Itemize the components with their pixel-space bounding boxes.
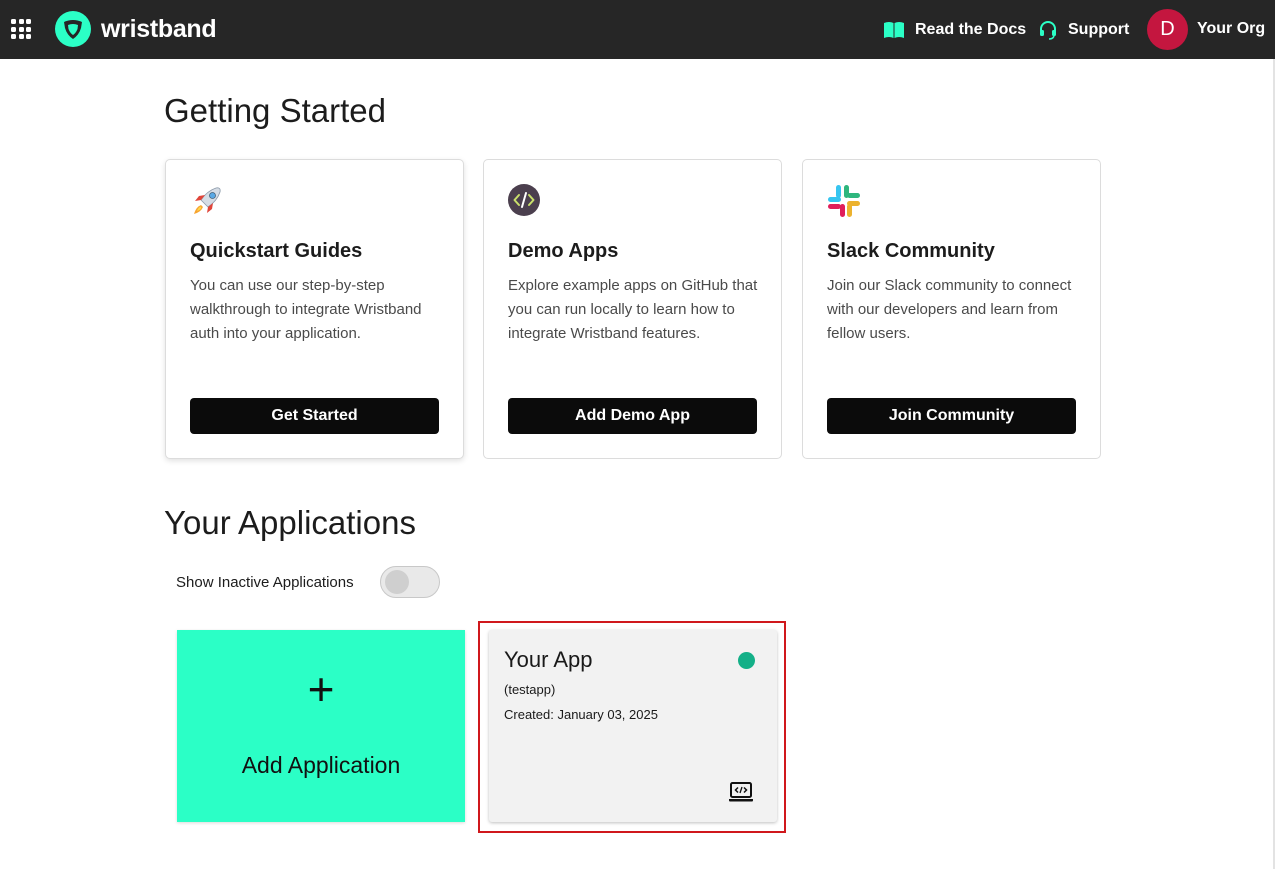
wristband-logo[interactable]: wristband [55,11,217,47]
show-inactive-label: Show Inactive Applications [176,574,354,591]
get-started-button[interactable]: Get Started [190,398,439,434]
app-launcher-grid-icon[interactable] [11,19,31,39]
application-slug: (testapp) [504,682,556,697]
toggle-knob [385,570,409,594]
add-application-tile[interactable]: + Add Application [177,630,465,822]
book-icon [884,22,904,38]
wristband-logo-icon [55,11,91,47]
card-title: Slack Community [827,240,995,262]
headset-icon [1040,21,1056,40]
demo-apps-card: Demo Apps Explore example apps on GitHub… [483,159,782,459]
quickstart-guides-card: Quickstart Guides You can use our step-b… [165,159,464,459]
show-inactive-toggle[interactable] [380,566,440,598]
top-navigation-bar: wristband Read the Docs Support D Your O… [0,0,1275,59]
getting-started-heading: Getting Started [164,92,386,129]
avatar-initial: D [1160,18,1175,40]
application-card[interactable]: Your App (testapp) Created: January 03, … [489,630,777,822]
support-link[interactable]: Support [1038,17,1129,43]
your-applications-heading: Your Applications [164,504,416,541]
plus-icon: + [307,663,335,715]
join-community-button[interactable]: Join Community [827,398,1076,434]
card-title: Quickstart Guides [190,240,363,262]
brand-name: wristband [101,14,217,43]
card-description: Explore example apps on GitHub that you … [508,277,758,342]
read-the-docs-link[interactable]: Read the Docs [883,17,1026,43]
user-avatar[interactable]: D [1147,9,1188,50]
slack-community-card: Slack Community Join our Slack community… [802,159,1101,459]
slack-icon [828,185,860,217]
active-status-dot [738,652,755,669]
application-name: Your App [504,647,593,672]
code-icon [508,184,540,216]
card-description: Join our Slack community to connect with… [827,277,1072,342]
card-title: Demo Apps [508,240,619,262]
rocket-icon [194,187,221,214]
application-created-date: Created: January 03, 2025 [504,707,658,722]
card-description: You can use our step-by-step walkthrough… [190,277,422,342]
add-application-label: Add Application [241,752,401,778]
support-label: Support [1068,21,1130,38]
code-laptop-icon[interactable] [728,781,754,803]
read-the-docs-label: Read the Docs [915,21,1027,38]
org-name[interactable]: Your Org [1197,20,1265,38]
add-demo-app-button[interactable]: Add Demo App [508,398,757,434]
